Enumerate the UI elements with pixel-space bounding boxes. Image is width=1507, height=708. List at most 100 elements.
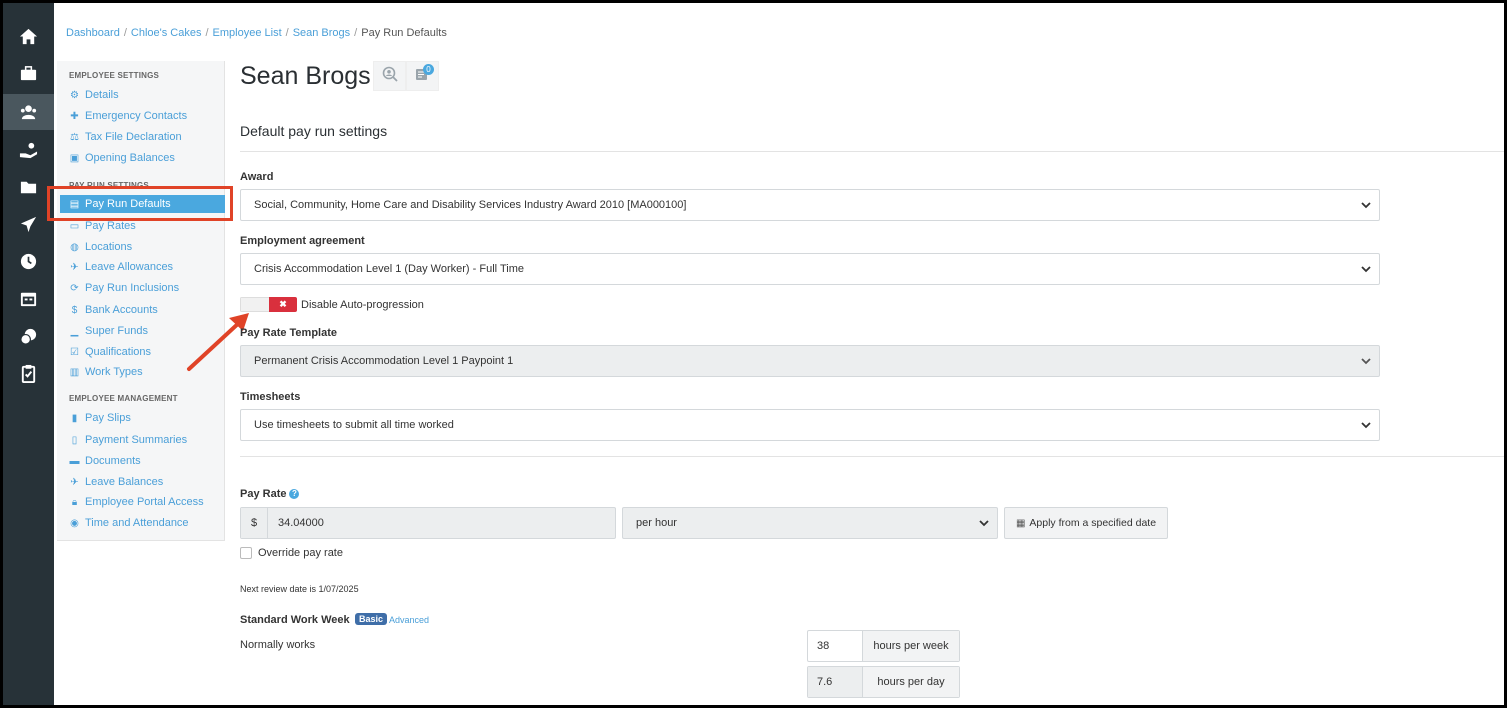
timesheets-select[interactable]: Use timesheets to submit all time worked bbox=[240, 409, 1380, 441]
plane-icon: ✈ bbox=[70, 261, 79, 273]
divider bbox=[240, 456, 1504, 457]
pay-rate-unit-select[interactable]: per hour bbox=[622, 507, 998, 539]
sidebar-item-label: Qualifications bbox=[85, 346, 152, 358]
view-profile-button[interactable] bbox=[373, 61, 406, 91]
breadcrumb-current: Pay Run Defaults bbox=[361, 27, 447, 39]
auto-progression-label: Disable Auto-progression bbox=[301, 299, 424, 311]
coins-icon[interactable] bbox=[3, 318, 54, 354]
override-pay-rate-checkbox[interactable] bbox=[240, 547, 252, 559]
sidebar-item-payment-summaries[interactable]: ▯ Payment Summaries bbox=[69, 431, 187, 449]
breadcrumb-dashboard[interactable]: Dashboard bbox=[66, 27, 120, 39]
pay-rate-template-select[interactable]: Permanent Crisis Accommodation Level 1 P… bbox=[240, 345, 1380, 377]
standard-work-week-label: Standard Work Week bbox=[240, 614, 350, 626]
sidebar-item-opening-balances[interactable]: ▣ Opening Balances bbox=[69, 149, 175, 167]
calendar-icon[interactable] bbox=[3, 280, 54, 316]
basic-toggle[interactable]: Basic bbox=[355, 613, 388, 625]
sidebar-item-leave-allowances[interactable]: ✈ Leave Allowances bbox=[69, 258, 173, 276]
sidebar-item-work-types[interactable]: ▥ Work Types bbox=[69, 363, 143, 381]
sidebar-item-time-and-attendance[interactable]: ◉ Time and Attendance bbox=[69, 514, 189, 532]
timesheets-selected-value: Use timesheets to submit all time worked bbox=[254, 419, 454, 431]
divider bbox=[240, 151, 1504, 152]
advanced-link[interactable]: Advanced bbox=[389, 615, 429, 625]
sidebar-item-label: Leave Allowances bbox=[85, 261, 174, 273]
sidebar-item-qualifications[interactable]: ☑ Qualifications bbox=[69, 343, 151, 361]
award-label: Award bbox=[240, 171, 274, 183]
breadcrumb-separator: / bbox=[123, 27, 127, 39]
sidebar-item-pay-slips[interactable]: ▮ Pay Slips bbox=[69, 409, 131, 427]
annotation-highlight-box bbox=[47, 186, 233, 221]
hours-per-week-unit: hours per week bbox=[863, 631, 959, 661]
agreement-selected-value: Crisis Accommodation Level 1 (Day Worker… bbox=[254, 263, 524, 275]
sidebar-item-documents[interactable]: ▬ Documents bbox=[69, 452, 141, 470]
briefcase-icon[interactable] bbox=[3, 55, 54, 91]
hand-coin-icon[interactable] bbox=[3, 132, 54, 168]
timesheets-label: Timesheets bbox=[240, 391, 301, 403]
sidebar-item-label: Tax File Declaration bbox=[85, 131, 182, 143]
users-icon[interactable] bbox=[3, 94, 54, 130]
sidebar-item-label: Details bbox=[85, 89, 119, 101]
template-selected-value: Permanent Crisis Accommodation Level 1 P… bbox=[254, 355, 514, 367]
clipboard-icon[interactable] bbox=[3, 355, 54, 391]
close-icon: ✖ bbox=[269, 297, 297, 312]
document-icon: ▯ bbox=[71, 434, 78, 446]
sidebar-item-label: Emergency Contacts bbox=[85, 110, 188, 122]
section-title: Default pay run settings bbox=[240, 123, 388, 139]
sidebar-item-details[interactable]: ⚙ Details bbox=[69, 86, 119, 104]
sidebar-item-pay-run-inclusions[interactable]: ⟳ Pay Run Inclusions bbox=[69, 279, 179, 297]
search-user-icon bbox=[382, 66, 398, 86]
hours-per-week-group: 38 hours per week bbox=[807, 630, 960, 662]
app-window: Dashboard / Chloe's Cakes / Employee List / Se… bbox=[0, 0, 1507, 708]
sidebar-item-label: Pay Slips bbox=[85, 412, 131, 424]
breadcrumb-employee[interactable]: Sean Brogs bbox=[293, 27, 350, 39]
sidebar-item-leave-balances[interactable]: ✈ Leave Balances bbox=[69, 473, 163, 491]
sidebar-item-emergency-contacts[interactable]: ✚ Emergency Contacts bbox=[69, 107, 187, 125]
breadcrumb: Dashboard / Chloe's Cakes / Employee List / Se… bbox=[66, 27, 447, 39]
page-title: Sean Brogs bbox=[240, 62, 371, 90]
sidebar-item-tax-file-declaration[interactable]: ⚖ Tax File Declaration bbox=[69, 128, 182, 146]
award-select[interactable]: Social, Community, Home Care and Disabil… bbox=[240, 189, 1380, 221]
chevron-down-icon bbox=[1360, 263, 1372, 275]
help-icon[interactable]: ? bbox=[289, 489, 300, 500]
money-icon: ▭ bbox=[69, 220, 80, 232]
sidebar-item-label: Pay Rates bbox=[85, 220, 136, 232]
breadcrumb-employee-list[interactable]: Employee List bbox=[213, 27, 282, 39]
clock-icon[interactable] bbox=[3, 243, 54, 279]
chevron-down-icon bbox=[1360, 419, 1372, 431]
dollar-circle-icon: $ bbox=[71, 304, 78, 316]
sidebar-item-locations[interactable]: ◍ Locations bbox=[69, 238, 132, 256]
normally-works-label: Normally works bbox=[240, 639, 316, 651]
sidebar-item-bank-accounts[interactable]: $ Bank Accounts bbox=[69, 301, 158, 319]
employment-agreement-select[interactable]: Crisis Accommodation Level 1 (Day Worker… bbox=[240, 253, 1380, 285]
breadcrumb-separator: / bbox=[205, 27, 209, 39]
override-pay-rate-row[interactable]: Override pay rate bbox=[240, 547, 343, 559]
pay-rate-label: Pay Rate? bbox=[240, 488, 300, 500]
apply-from-date-button[interactable]: ▦ Apply from a specified date bbox=[1004, 507, 1168, 539]
hours-per-week-input[interactable]: 38 bbox=[808, 631, 863, 661]
notes-button[interactable]: 0 bbox=[406, 61, 439, 91]
globe-icon: ◍ bbox=[70, 241, 79, 253]
chevron-down-icon bbox=[978, 517, 990, 532]
book-icon: ▥ bbox=[69, 366, 80, 378]
icon-rail bbox=[3, 3, 54, 705]
home-icon[interactable] bbox=[3, 18, 54, 54]
award-selected-value: Social, Community, Home Care and Disabil… bbox=[254, 199, 687, 211]
section-heading-employee-management: EMPLOYEE MANAGEMENT bbox=[69, 394, 178, 403]
sidebar-item-label: Time and Attendance bbox=[85, 517, 189, 529]
sidebar-item-employee-portal-access[interactable]: 🔒︎ Employee Portal Access bbox=[69, 493, 204, 511]
chevron-down-icon bbox=[1360, 199, 1372, 211]
sidebar-item-label: Documents bbox=[85, 455, 141, 467]
sidebar-item-label: Employee Portal Access bbox=[85, 496, 204, 508]
sidebar-item-label: Payment Summaries bbox=[85, 434, 188, 446]
pay-rate-input[interactable]: 34.04000 bbox=[268, 508, 324, 538]
sidebar-item-label: Leave Balances bbox=[85, 476, 164, 488]
sidebar-item-super-funds[interactable]: ▁ Super Funds bbox=[69, 322, 148, 340]
next-review-date: Next review date is 1/07/2025 bbox=[240, 584, 359, 594]
pay-rate-unit-value: per hour bbox=[636, 517, 677, 529]
breadcrumb-separator: / bbox=[285, 27, 289, 39]
pay-rate-template-label: Pay Rate Template bbox=[240, 327, 338, 339]
breadcrumb-business[interactable]: Chloe's Cakes bbox=[131, 27, 202, 39]
hours-per-day-input[interactable]: 7.6 bbox=[808, 667, 863, 697]
pay-rate-label-text: Pay Rate bbox=[240, 488, 287, 500]
override-pay-rate-label: Override pay rate bbox=[258, 547, 343, 559]
section-heading-employee-settings: EMPLOYEE SETTINGS bbox=[69, 71, 160, 80]
